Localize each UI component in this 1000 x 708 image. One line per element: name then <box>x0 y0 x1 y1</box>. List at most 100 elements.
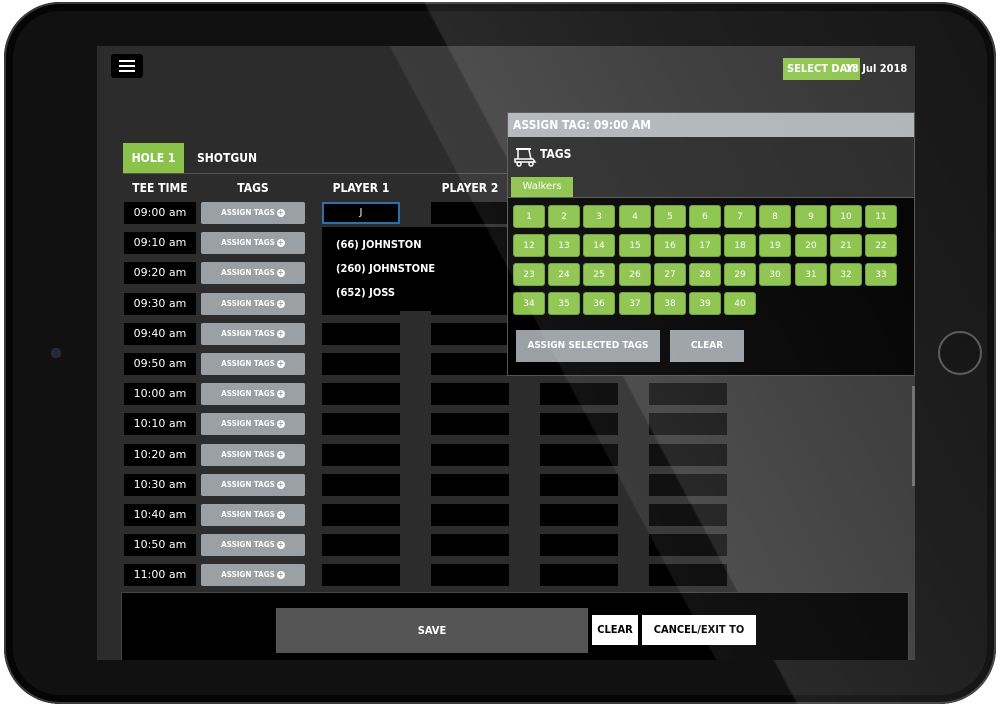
assign-tags-button[interactable]: ASSIGN TAGS + <box>201 474 305 496</box>
tag-option[interactable]: 33 <box>865 263 897 286</box>
selected-date[interactable]: 18 Jul 2018 <box>845 58 907 80</box>
assign-tags-button[interactable]: ASSIGN TAGS + <box>201 444 305 466</box>
tag-option[interactable]: 12 <box>513 234 545 257</box>
autocomplete-option[interactable]: (66) JOHNSTON <box>336 238 422 251</box>
player-1-input[interactable]: J <box>322 202 400 224</box>
tag-option[interactable]: 15 <box>619 234 651 257</box>
tag-option[interactable]: 25 <box>583 263 615 286</box>
tag-option[interactable]: 6 <box>689 205 721 228</box>
assign-tags-button[interactable]: ASSIGN TAGS + <box>201 353 305 375</box>
tag-option[interactable]: 10 <box>830 205 862 228</box>
tag-option[interactable]: 21 <box>830 234 862 257</box>
player-2-cell[interactable] <box>431 353 509 375</box>
assign-tags-button[interactable]: ASSIGN TAGS + <box>201 564 305 586</box>
assign-tags-button[interactable]: ASSIGN TAGS + <box>201 504 305 526</box>
clear-button[interactable]: CLEAR <box>592 615 638 645</box>
scrollbar[interactable] <box>912 386 915 486</box>
tag-option[interactable]: 22 <box>865 234 897 257</box>
tag-option[interactable]: 17 <box>689 234 721 257</box>
tag-option[interactable]: 11 <box>865 205 897 228</box>
player-1-cell[interactable] <box>322 353 400 375</box>
player-2-cell[interactable] <box>431 413 509 435</box>
player-1-cell[interactable] <box>322 383 400 405</box>
player-3-cell[interactable] <box>540 474 618 496</box>
tag-option[interactable]: 28 <box>689 263 721 286</box>
tag-option[interactable]: 36 <box>583 292 615 315</box>
player-4-cell[interactable] <box>649 534 727 556</box>
player-2-cell[interactable] <box>431 202 509 224</box>
tag-option[interactable]: 34 <box>513 292 545 315</box>
cancel-exit-to-map-button[interactable]: CANCEL/EXIT TO MAP <box>642 615 756 660</box>
player-1-cell[interactable] <box>322 504 400 526</box>
player-2-cell[interactable] <box>431 444 509 466</box>
player-1-cell[interactable] <box>322 323 400 345</box>
tab-shotgun[interactable]: SHOTGUN <box>197 143 267 173</box>
assign-tags-button[interactable]: ASSIGN TAGS + <box>201 413 305 435</box>
tag-option[interactable]: 37 <box>619 292 651 315</box>
assign-tags-button[interactable]: ASSIGN TAGS + <box>201 383 305 405</box>
assign-selected-tags-button[interactable]: ASSIGN SELECTED TAGS <box>516 330 660 362</box>
player-1-cell[interactable] <box>322 534 400 556</box>
assign-tags-button[interactable]: ASSIGN TAGS + <box>201 202 305 224</box>
assign-tags-button[interactable]: ASSIGN TAGS + <box>201 232 305 254</box>
player-3-cell[interactable] <box>540 534 618 556</box>
player-3-cell[interactable] <box>540 504 618 526</box>
save-button[interactable]: SAVE <box>276 608 588 653</box>
tag-option[interactable]: 23 <box>513 263 545 286</box>
player-4-cell[interactable] <box>649 504 727 526</box>
autocomplete-option[interactable]: (260) JOHNSTONE <box>336 262 435 275</box>
tag-option[interactable]: 38 <box>654 292 686 315</box>
tag-option[interactable]: 5 <box>654 205 686 228</box>
tag-option[interactable]: 16 <box>654 234 686 257</box>
tag-option[interactable]: 32 <box>830 263 862 286</box>
player-1-cell[interactable] <box>322 474 400 496</box>
player-3-cell[interactable] <box>540 413 618 435</box>
tab-walkers[interactable]: Walkers <box>511 177 573 197</box>
tag-option[interactable]: 1 <box>513 205 545 228</box>
assign-tags-button[interactable]: ASSIGN TAGS + <box>201 293 305 315</box>
tag-option[interactable]: 35 <box>548 292 580 315</box>
tag-option[interactable]: 2 <box>548 205 580 228</box>
player-4-cell[interactable] <box>649 474 727 496</box>
tag-option[interactable]: 7 <box>724 205 756 228</box>
tag-option[interactable]: 19 <box>759 234 791 257</box>
clear-tags-button[interactable]: CLEAR <box>670 330 744 362</box>
player-4-cell[interactable] <box>649 413 727 435</box>
tag-option[interactable]: 26 <box>619 263 651 286</box>
tag-option[interactable]: 31 <box>795 263 827 286</box>
tag-option[interactable]: 27 <box>654 263 686 286</box>
player-3-cell[interactable] <box>540 383 618 405</box>
assign-tags-button[interactable]: ASSIGN TAGS + <box>201 323 305 345</box>
player-3-cell[interactable] <box>540 564 618 586</box>
assign-tags-button[interactable]: ASSIGN TAGS + <box>201 534 305 556</box>
autocomplete-option[interactable]: (652) JOSS <box>336 286 395 299</box>
tag-option[interactable]: 39 <box>689 292 721 315</box>
player-4-cell[interactable] <box>649 444 727 466</box>
home-button[interactable] <box>938 331 982 375</box>
tag-option[interactable]: 24 <box>548 263 580 286</box>
tag-option[interactable]: 40 <box>724 292 756 315</box>
player-4-cell[interactable] <box>649 383 727 405</box>
assign-tags-button[interactable]: ASSIGN TAGS + <box>201 262 305 284</box>
tag-option[interactable]: 9 <box>795 205 827 228</box>
player-2-cell[interactable] <box>431 474 509 496</box>
hamburger-menu-icon[interactable] <box>111 54 143 78</box>
tag-option[interactable]: 13 <box>548 234 580 257</box>
player-1-cell[interactable] <box>322 444 400 466</box>
tag-option[interactable]: 29 <box>724 263 756 286</box>
tag-option[interactable]: 4 <box>619 205 651 228</box>
player-4-cell[interactable] <box>649 564 727 586</box>
player-2-cell[interactable] <box>431 534 509 556</box>
tab-hole-1[interactable]: HOLE 1 <box>123 143 184 173</box>
tag-option[interactable]: 14 <box>583 234 615 257</box>
player-2-cell[interactable] <box>431 564 509 586</box>
tag-option[interactable]: 20 <box>795 234 827 257</box>
player-3-cell[interactable] <box>540 444 618 466</box>
player-2-cell[interactable] <box>431 504 509 526</box>
player-2-cell[interactable] <box>431 323 509 345</box>
player-1-cell[interactable] <box>322 413 400 435</box>
tag-option[interactable]: 8 <box>759 205 791 228</box>
tag-option[interactable]: 3 <box>583 205 615 228</box>
tag-option[interactable]: 18 <box>724 234 756 257</box>
tag-option[interactable]: 30 <box>759 263 791 286</box>
